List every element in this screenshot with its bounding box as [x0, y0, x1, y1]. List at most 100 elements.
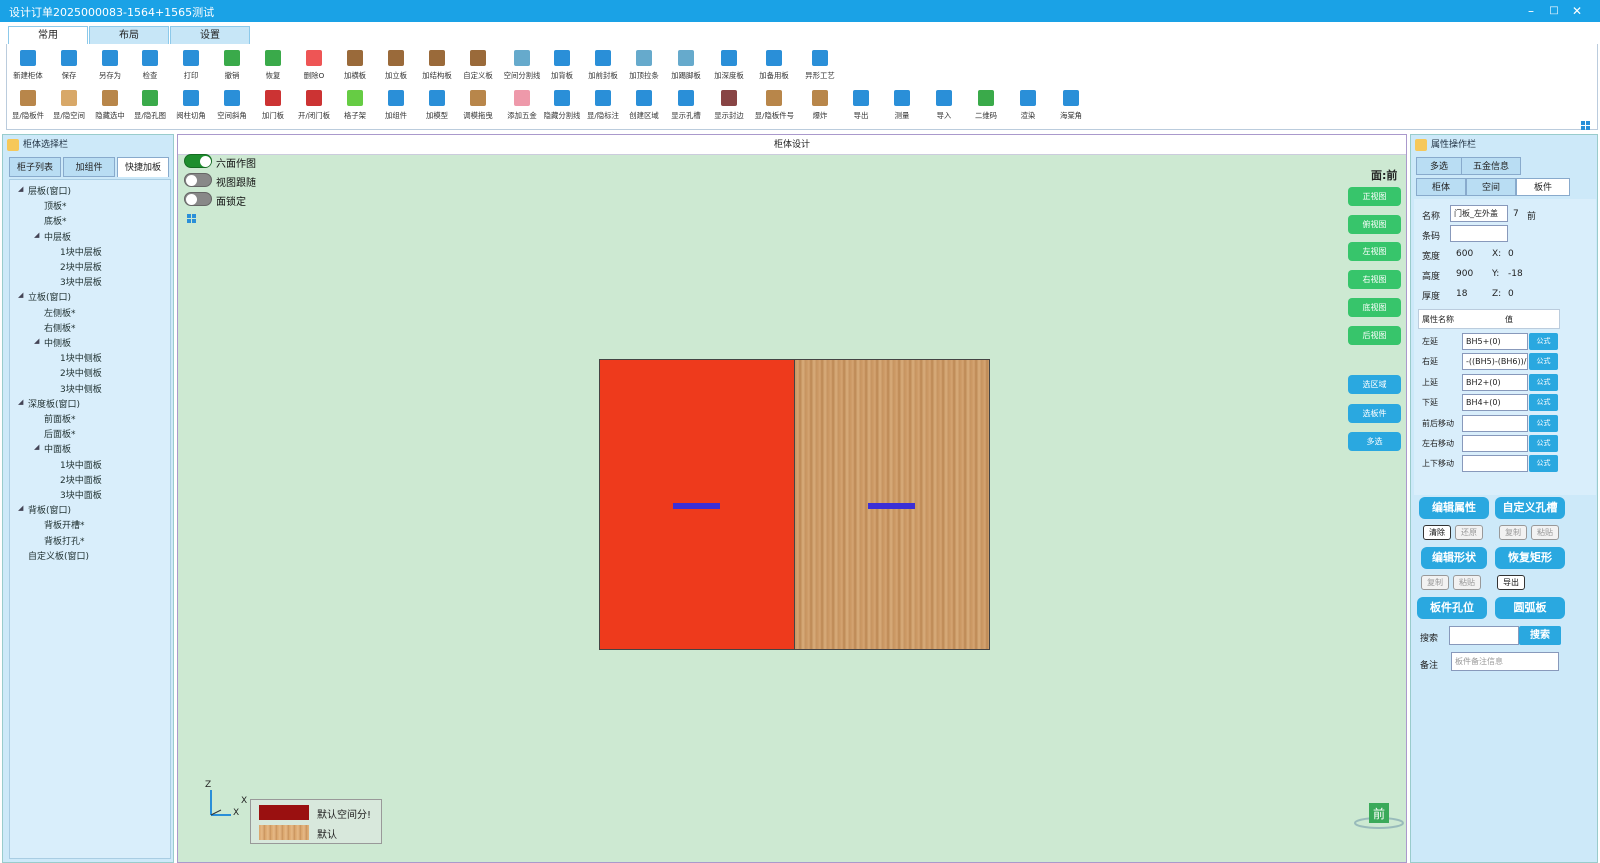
tab-space[interactable]: 空间 [1466, 178, 1516, 196]
tree-node[interactable]: 中侧板 [44, 336, 71, 349]
tool-2-8-button[interactable]: 格子架 [334, 88, 376, 126]
tool-2-0-button[interactable]: 显/隐板件 [7, 88, 49, 126]
tool-2-20-button[interactable]: 导出 [840, 88, 882, 126]
shape-export-button[interactable]: 导出 [1497, 575, 1525, 590]
tree-node[interactable]: 2块中层板 [60, 260, 102, 273]
ribbon-grid-icon[interactable] [1581, 121, 1591, 131]
tree-node[interactable]: 2块中面板 [60, 473, 102, 486]
right-door-handle[interactable] [868, 503, 915, 509]
left-door-panel[interactable] [599, 359, 795, 650]
property-value-input[interactable]: BH5+(0) [1462, 333, 1528, 350]
tool-1-3-button[interactable]: 检查 [129, 48, 171, 86]
tool-1-1-button[interactable]: 保存 [48, 48, 90, 86]
search-input[interactable] [1449, 626, 1519, 645]
maximize-button[interactable]: □ [1545, 2, 1563, 20]
tree-node[interactable]: 1块中侧板 [60, 351, 102, 364]
tool-2-1-button[interactable]: 显/隐空间 [48, 88, 90, 126]
tool-2-12-button[interactable]: 添加五金 [501, 88, 543, 126]
tree-expander-icon[interactable]: ◢ [18, 185, 23, 193]
y-value[interactable]: -18 [1508, 269, 1523, 279]
note-input[interactable]: 板件备注信息 [1451, 652, 1559, 671]
tool-2-13-button[interactable]: 隐藏分割线 [541, 88, 583, 126]
tool-1-7-button[interactable]: 删除O [293, 48, 335, 86]
tool-2-15-button[interactable]: 创建区域 [623, 88, 665, 126]
property-value-input[interactable]: BH2+(0) [1462, 373, 1528, 391]
formula-button[interactable]: 公式 [1529, 414, 1558, 432]
tool-1-15-button[interactable]: 加顶拉条 [623, 48, 665, 86]
x-value[interactable]: 0 [1508, 249, 1514, 259]
tool-1-13-button[interactable]: 加背板 [541, 48, 583, 86]
tree-node[interactable]: 自定义板(窗口) [28, 549, 89, 562]
top-view-button[interactable]: 俯视图 [1348, 215, 1401, 234]
six-face-toggle[interactable] [184, 154, 212, 168]
tree-node[interactable]: 背板(窗口) [28, 503, 71, 516]
tool-1-0-button[interactable]: 新建柜体 [7, 48, 49, 86]
tree-node[interactable]: 3块中侧板 [60, 382, 102, 395]
paste-button[interactable]: 粘贴 [1531, 525, 1559, 540]
copy-button[interactable]: 复制 [1499, 525, 1527, 540]
tool-2-2-button[interactable]: 隐藏选中 [89, 88, 131, 126]
property-value-input[interactable]: -((BH5)-(BH6))/ [1462, 353, 1528, 371]
restore-button[interactable]: 还原 [1455, 525, 1483, 540]
tab-common[interactable]: 常用 [8, 26, 88, 44]
right-door-panel[interactable] [794, 359, 990, 650]
tab-settings[interactable]: 设置 [170, 26, 250, 44]
restore-rect-button[interactable]: 恢复矩形 [1495, 547, 1565, 569]
tree-node[interactable]: 1块中层板 [60, 245, 102, 258]
tree-node[interactable]: 2块中侧板 [60, 366, 102, 379]
tool-1-9-button[interactable]: 加立板 [375, 48, 417, 86]
formula-button[interactable]: 公式 [1529, 373, 1558, 391]
tab-quick-add-board[interactable]: 快捷加板 [117, 157, 169, 177]
left-view-button[interactable]: 左视图 [1348, 242, 1401, 261]
tool-1-2-button[interactable]: 另存为 [89, 48, 131, 86]
tab-cabinet-list[interactable]: 柜子列表 [9, 157, 61, 177]
tool-2-7-button[interactable]: 开/闭门板 [293, 88, 335, 126]
tab-hardware-info[interactable]: 五金信息 [1461, 157, 1521, 175]
tree-node[interactable]: 3块中层板 [60, 275, 102, 288]
tool-1-8-button[interactable]: 加横板 [334, 48, 376, 86]
bottom-view-button[interactable]: 底视图 [1348, 298, 1401, 317]
formula-button[interactable]: 公式 [1529, 394, 1558, 412]
view-follow-toggle[interactable] [184, 173, 212, 187]
tool-2-17-button[interactable]: 显示封边 [708, 88, 750, 126]
tree-node[interactable]: 层板(窗口) [28, 184, 71, 197]
tool-2-23-button[interactable]: 二维码 [965, 88, 1007, 126]
tool-1-6-button[interactable]: 恢复 [252, 48, 294, 86]
tree-node[interactable]: 中层板 [44, 230, 71, 243]
tool-2-9-button[interactable]: 加组件 [375, 88, 417, 126]
tree-node[interactable]: 背板开槽* [44, 518, 85, 531]
formula-button[interactable]: 公式 [1529, 353, 1558, 371]
tool-2-3-button[interactable]: 显/隐孔图 [129, 88, 171, 126]
tab-add-component[interactable]: 加组件 [63, 157, 115, 177]
tree-expander-icon[interactable]: ◢ [18, 291, 23, 299]
tool-2-11-button[interactable]: 调模拖曳 [457, 88, 499, 126]
tree-node[interactable]: 立板(窗口) [28, 290, 71, 303]
shape-copy-button[interactable]: 复制 [1421, 575, 1449, 590]
tool-2-18-button[interactable]: 显/隐板件号 [753, 88, 795, 126]
tree-node[interactable]: 深度板(窗口) [28, 397, 80, 410]
design-canvas[interactable]: 柜体设计 六面作图 视图跟随 面锁定 面:前 正视图 俯视图 左视图 右视图 底… [177, 134, 1407, 863]
property-value-input[interactable]: BH4+(0) [1462, 394, 1528, 412]
grid-icon[interactable] [187, 214, 197, 224]
tool-2-14-button[interactable]: 显/隐标注 [582, 88, 624, 126]
tab-layout[interactable]: 布局 [89, 26, 169, 44]
face-lock-toggle[interactable] [184, 192, 212, 206]
tool-2-25-button[interactable]: 海棠角 [1050, 88, 1092, 126]
select-area-button[interactable]: 选区域 [1348, 375, 1401, 394]
close-button[interactable]: ✕ [1568, 2, 1586, 20]
thickness-value[interactable]: 18 [1456, 289, 1467, 299]
tree-expander-icon[interactable]: ◢ [34, 231, 39, 239]
tree-node[interactable]: 底板* [44, 214, 67, 227]
formula-button[interactable]: 公式 [1529, 455, 1558, 473]
tab-multi-select[interactable]: 多选 [1416, 157, 1462, 175]
property-value-input[interactable] [1462, 414, 1528, 432]
back-view-button[interactable]: 后视图 [1348, 326, 1401, 345]
tool-1-14-button[interactable]: 加前封板 [582, 48, 624, 86]
tree-node[interactable]: 左侧板* [44, 306, 76, 319]
height-value[interactable]: 900 [1456, 269, 1473, 279]
custom-hole-button[interactable]: 自定义孔槽 [1495, 497, 1565, 519]
multi-select-button[interactable]: 多选 [1348, 432, 1401, 451]
tree-expander-icon[interactable]: ◢ [34, 443, 39, 451]
edit-shape-button[interactable]: 编辑形状 [1421, 547, 1487, 569]
select-board-button[interactable]: 选板件 [1348, 404, 1401, 423]
